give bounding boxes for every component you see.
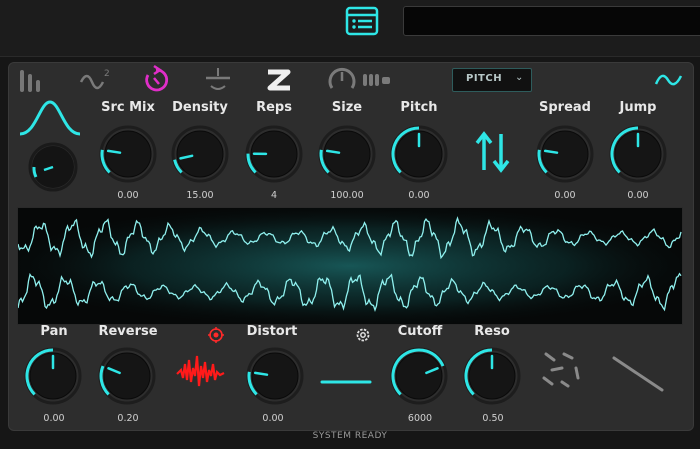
waveform-svg [17,208,682,324]
size-value: 100.00 [330,190,364,201]
src-mix-knob[interactable] [97,123,159,189]
slice-icon[interactable] [200,66,236,98]
distort-value: 0.00 [262,413,284,424]
pan-knob[interactable] [22,345,84,411]
scatter-icon[interactable] [538,348,588,396]
jump-knob[interactable] [607,123,669,189]
jump-value: 0.00 [627,190,649,201]
reps-value: 4 [270,190,278,201]
rotate-icon[interactable] [140,64,172,100]
preset-search-field[interactable] [403,6,700,36]
reso-label: Reso [474,324,510,339]
target-icon[interactable] [208,327,224,347]
bars-small-icon[interactable] [362,72,396,92]
reverse-knob[interactable] [96,345,158,411]
pitch-knob[interactable] [388,123,450,189]
size-label: Size [331,100,363,115]
flat-line-icon[interactable] [320,371,372,390]
s-curve-icon[interactable] [262,64,298,100]
src-mix-value: 0.00 [117,190,139,201]
distort-knob[interactable] [244,345,306,411]
bell-curve-icon[interactable] [18,96,82,142]
diagonal-line-icon[interactable] [610,354,666,398]
pan-label: Pan [40,324,68,339]
noise-waveform-icon[interactable] [176,352,226,396]
reps-knob[interactable] [243,123,305,189]
reso-knob[interactable] [461,345,523,411]
bars-icon[interactable] [18,68,48,98]
cutoff-label: Cutoff [397,324,443,339]
pitch-label: Pitch [400,100,438,115]
pan-value: 0.00 [43,413,65,424]
mode-dropdown[interactable]: PITCH ⌄ [452,68,532,92]
src-mix-label: Src Mix [101,100,155,115]
reps-label: Reps [256,100,292,115]
reverse-value: 0.20 [117,413,139,424]
spread-label: Spread [539,100,591,115]
chevron-down-icon: ⌄ [515,72,524,83]
sine-wave-icon[interactable] [654,68,684,96]
reverse-label: Reverse [98,324,158,339]
density-value: 15.00 [186,190,214,201]
density-label: Density [172,100,228,115]
waveform-display[interactable] [17,207,683,325]
envelope-knob[interactable] [26,142,80,196]
density-knob[interactable] [169,123,231,189]
dial-icon[interactable] [326,64,360,100]
pitch-value: 0.00 [408,190,430,201]
jump-label: Jump [619,100,657,115]
spread-value: 0.00 [554,190,576,201]
gear-icon[interactable] [355,327,371,347]
distort-label: Distort [246,324,298,339]
swap-arrows-icon[interactable] [474,130,512,178]
sine-squared-icon[interactable]: 2 [78,66,112,98]
list-menu-icon[interactable] [344,5,380,37]
mode-dropdown-label: PITCH [466,73,503,84]
svg-text:2: 2 [104,69,110,79]
cutoff-value: 6000 [407,413,433,424]
spread-knob[interactable] [534,123,596,189]
status-text: SYSTEM READY [312,431,388,441]
cutoff-knob[interactable] [388,345,450,411]
top-bar [0,0,700,57]
reso-value: 0.50 [482,413,504,424]
size-knob[interactable] [316,123,378,189]
